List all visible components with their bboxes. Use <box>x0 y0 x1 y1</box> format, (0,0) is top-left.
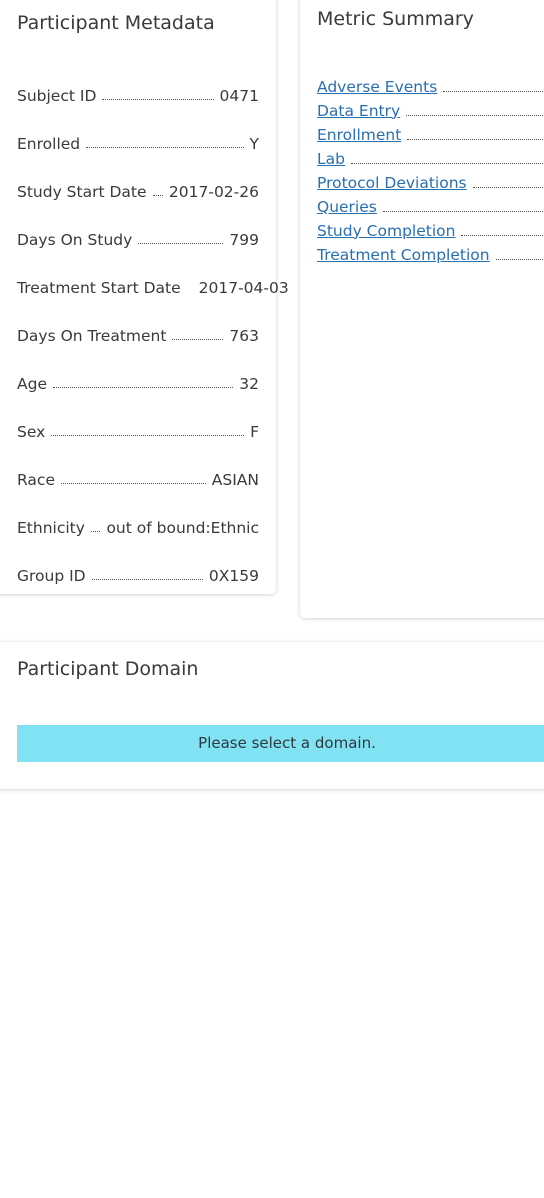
dotted-leader <box>152 195 163 196</box>
metadata-label: Treatment Start Date <box>17 278 181 297</box>
select-domain-alert: Please select a domain. <box>17 725 544 762</box>
metadata-value: ASIAN <box>211 470 259 489</box>
metric-link-lab[interactable]: Lab <box>317 151 345 171</box>
metadata-label: Race <box>17 470 55 489</box>
metadata-row-study-start-date: Study Start Date 2017-02-26 <box>17 170 259 218</box>
metric-summary-title: Metric Summary <box>317 8 474 30</box>
dotted-leader <box>90 531 101 532</box>
metric-link-enrollment[interactable]: Enrollment <box>317 127 401 147</box>
metric-link-protocol-deviations[interactable]: Protocol Deviations <box>317 175 467 195</box>
metadata-row-days-on-study: Days On Study 799 <box>17 218 259 266</box>
metadata-value: 2017-02-26 <box>168 182 259 201</box>
metric-link-queries[interactable]: Queries <box>317 199 377 219</box>
dotted-leader <box>52 387 234 388</box>
metric-row-adverse-events: Adverse Events 2 <box>317 74 544 98</box>
metric-row-study-completion: Study Completion <box>317 218 544 242</box>
metadata-value: 32 <box>239 374 259 393</box>
metadata-label: Days On Treatment <box>17 326 167 345</box>
metric-row-protocol-deviations: Protocol Deviations <box>317 170 544 194</box>
page: Participant Metadata Subject ID 0471 Enr… <box>0 0 544 1198</box>
participant-domain-title: Participant Domain <box>17 658 199 680</box>
participant-metadata-title: Participant Metadata <box>17 12 215 34</box>
metadata-value: Y <box>249 134 259 153</box>
dotted-leader <box>51 435 245 436</box>
metadata-row-enrolled: Enrolled Y <box>17 122 259 170</box>
metric-link-treatment-completion[interactable]: Treatment Completion <box>317 247 490 267</box>
participant-domain-card: Participant Domain Please select a domai… <box>0 642 544 789</box>
metadata-row-days-on-treatment: Days On Treatment 763 <box>17 314 259 362</box>
dotted-leader <box>406 115 544 116</box>
metadata-label: Study Start Date <box>17 182 147 201</box>
dotted-leader <box>61 483 206 484</box>
dotted-leader <box>102 99 214 100</box>
dotted-leader <box>407 139 544 140</box>
metadata-value: 799 <box>229 230 259 249</box>
metadata-row-ethnicity: Ethnicity out of bound:Ethnic <box>17 506 259 554</box>
metadata-value: F <box>250 422 259 441</box>
metric-row-enrollment: Enrollment <box>317 122 544 146</box>
metadata-row-age: Age 32 <box>17 362 259 410</box>
metadata-row-treatment-start-date: Treatment Start Date 2017-04-03 <box>17 266 289 314</box>
metric-row-treatment-completion: Treatment Completion <box>317 242 544 266</box>
dotted-leader <box>350 163 544 164</box>
metadata-value: 763 <box>229 326 259 345</box>
metadata-label: Ethnicity <box>17 518 85 537</box>
metadata-label: Group ID <box>17 566 86 585</box>
metadata-label: Sex <box>17 422 46 441</box>
participant-metadata-card: Participant Metadata Subject ID 0471 Enr… <box>0 0 289 594</box>
metadata-label: Age <box>17 374 47 393</box>
metadata-label: Enrolled <box>17 134 81 153</box>
metadata-value: 0X159 <box>208 566 259 585</box>
dotted-leader <box>86 147 244 148</box>
metric-link-adverse-events[interactable]: Adverse Events <box>317 79 437 99</box>
metadata-label: Days On Study <box>17 230 133 249</box>
dotted-leader <box>495 259 544 260</box>
metadata-row-group-id: Group ID 0X159 <box>17 554 259 602</box>
metric-summary-card: Metric Summary Adverse Events 2 Data Ent… <box>300 0 544 618</box>
metadata-value: 0471 <box>219 86 259 105</box>
metric-row-lab: Lab 89 <box>317 146 544 170</box>
metric-link-study-completion[interactable]: Study Completion <box>317 223 455 243</box>
dotted-leader <box>138 243 224 244</box>
dotted-leader <box>172 339 224 340</box>
metadata-row-subject-id: Subject ID 0471 <box>17 74 259 122</box>
metric-summary-list: Adverse Events 2 Data Entry 18 Enrollmen… <box>317 74 544 266</box>
dotted-leader <box>461 235 544 236</box>
metadata-row-sex: Sex F <box>17 410 259 458</box>
dotted-leader <box>472 187 544 188</box>
dotted-leader <box>382 211 544 212</box>
metadata-label: Subject ID <box>17 86 97 105</box>
metadata-row-race: Race ASIAN <box>17 458 259 506</box>
metric-row-data-entry: Data Entry 18 <box>317 98 544 122</box>
dotted-leader <box>91 579 203 580</box>
metadata-value: 2017-04-03 <box>198 278 289 297</box>
metric-row-queries: Queries 3 <box>317 194 544 218</box>
metric-link-data-entry[interactable]: Data Entry <box>317 103 400 123</box>
participant-metadata-list: Subject ID 0471 Enrolled Y Study Start D… <box>17 74 289 602</box>
metadata-value: out of bound:Ethnic <box>106 518 259 537</box>
dotted-leader <box>443 91 544 92</box>
